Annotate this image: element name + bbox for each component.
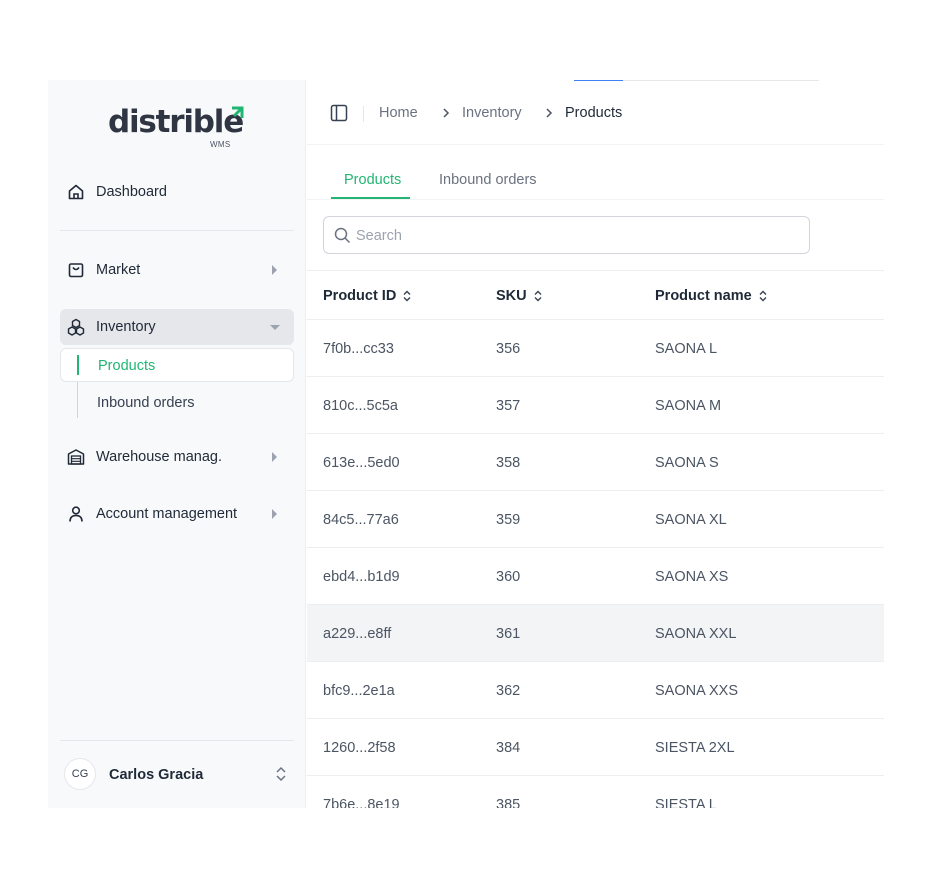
cell-product-name: SAONA XXS [655, 683, 739, 699]
active-indicator [77, 355, 79, 375]
sidebar-subitem-label: Inbound orders [97, 395, 195, 411]
cell-sku: 361 [496, 626, 521, 642]
sidebar-item-market[interactable]: Market [60, 252, 294, 288]
sidebar-item-label: Inventory [96, 319, 156, 335]
sidebar-divider [60, 230, 294, 231]
column-header-sku[interactable]: SKU [496, 288, 544, 304]
sort-icon [759, 290, 767, 302]
breadcrumb-current: Products [565, 105, 623, 121]
sidebar-item-account[interactable]: Account management [60, 496, 294, 532]
cell-product-name: SIESTA 2XL [655, 740, 735, 756]
chevron-right-icon [443, 108, 450, 118]
column-header-product-id[interactable]: Product ID [323, 288, 413, 304]
caret-down-icon [270, 325, 280, 330]
column-header-label: Product name [655, 288, 752, 304]
sidebar-subitem-inbound-orders[interactable]: Inbound orders [60, 386, 294, 420]
warehouse-icon [67, 449, 85, 465]
cell-product-id: ebd4...b1d9 [323, 569, 400, 585]
table-row[interactable]: bfc9...2e1a 362 SAONA XXS [307, 662, 884, 719]
sidebar-subitem-label: Products [98, 358, 156, 374]
tab-bar: Products Inbound orders [307, 145, 884, 200]
cell-product-name: SAONA S [655, 455, 719, 471]
cell-product-name: SAONA XXL [655, 626, 737, 642]
breadcrumb-inventory[interactable]: Inventory [462, 105, 522, 121]
cell-product-id: 7f0b...cc33 [323, 341, 394, 357]
boxes-icon [67, 318, 85, 336]
brand-logo[interactable]: distrible WMS [108, 104, 248, 152]
user-icon [69, 506, 83, 522]
search-box [323, 216, 810, 254]
cell-product-id: 84c5...77a6 [323, 512, 399, 528]
user-name: Carlos Gracia [109, 767, 204, 783]
sidebar-item-warehouse[interactable]: Warehouse manag. [60, 439, 294, 475]
home-icon [68, 184, 84, 200]
cell-sku: 384 [496, 740, 521, 756]
table-row[interactable]: 613e...5ed0 358 SAONA S [307, 434, 884, 491]
cell-product-id: a229...e8ff [323, 626, 392, 642]
cell-sku: 359 [496, 512, 521, 528]
chevron-up-down-icon [276, 766, 286, 782]
cell-sku: 362 [496, 683, 521, 699]
sort-icon [403, 290, 411, 302]
table-row[interactable]: ebd4...b1d9 360 SAONA XS [307, 548, 884, 605]
avatar: CG [64, 758, 96, 790]
search-input[interactable] [356, 225, 796, 247]
sidebar-subitem-products[interactable]: Products [60, 348, 294, 382]
tab-inbound-orders[interactable]: Inbound orders [439, 172, 537, 188]
topbar-divider [363, 106, 364, 122]
table-row[interactable]: 7f0b...cc33 356 SAONA L [307, 320, 884, 377]
table-header: Product ID SKU Product name [307, 270, 884, 320]
table-row[interactable]: 810c...5c5a 357 SAONA M [307, 377, 884, 434]
cell-product-id: 810c...5c5a [323, 398, 398, 414]
cell-product-id: bfc9...2e1a [323, 683, 395, 699]
sidebar-item-inventory[interactable]: Inventory [60, 309, 294, 345]
caret-right-icon [272, 265, 277, 275]
column-header-product-name[interactable]: Product name [655, 288, 769, 304]
cell-sku: 385 [496, 797, 521, 808]
cell-product-name: SAONA M [655, 398, 722, 414]
breadcrumb-home[interactable]: Home [379, 105, 418, 121]
cell-product-name: SAONA XL [655, 512, 727, 528]
main-content: Home Inventory Products Products Inbound… [307, 80, 884, 808]
cell-sku: 356 [496, 341, 521, 357]
cell-product-id: 613e...5ed0 [323, 455, 400, 471]
column-header-label: SKU [496, 288, 527, 304]
sidebar-item-label: Dashboard [96, 184, 167, 200]
shopping-bag-icon [68, 263, 84, 278]
sidebar: distrible WMS Dashboard Market Inventory… [48, 80, 306, 808]
cell-sku: 358 [496, 455, 521, 471]
brand-name: distrible [108, 104, 244, 140]
sidebar-item-label: Warehouse manag. [96, 449, 223, 465]
user-menu[interactable]: CG Carlos Gracia [60, 740, 294, 808]
table-row[interactable]: 84c5...77a6 359 SAONA XL [307, 491, 884, 548]
column-header-label: Product ID [323, 288, 397, 304]
chevron-right-icon [546, 108, 553, 118]
cell-product-id: 7b6e...8e19 [323, 797, 400, 808]
sidebar-item-dashboard[interactable]: Dashboard [60, 174, 294, 210]
brand-sub: WMS [210, 140, 231, 149]
table-row[interactable]: 7b6e...8e19 385 SIESTA L [307, 776, 884, 808]
sidebar-item-label: Account management [96, 506, 238, 522]
cell-product-name: SAONA L [655, 341, 718, 357]
tab-products[interactable]: Products [344, 172, 401, 188]
cell-sku: 357 [496, 398, 521, 414]
sidebar-item-label: Market [96, 262, 141, 278]
brand-arrow-icon [232, 106, 244, 118]
table-row[interactable]: 1260...2f58 384 SIESTA 2XL [307, 719, 884, 776]
caret-right-icon [272, 509, 277, 519]
cell-product-name: SAONA XS [655, 569, 729, 585]
caret-right-icon [272, 452, 277, 462]
search-icon [334, 227, 351, 244]
topbar: Home Inventory Products [307, 80, 884, 145]
sidebar-toggle-icon[interactable] [330, 104, 348, 122]
cell-sku: 360 [496, 569, 521, 585]
sort-icon [534, 290, 542, 302]
table-row[interactable]: a229...e8ff 361 SAONA XXL [307, 605, 884, 662]
cell-product-name: SIESTA L [655, 797, 717, 808]
app-window: distrible WMS Dashboard Market Inventory… [48, 80, 884, 808]
tab-active-underline [331, 197, 410, 199]
cell-product-id: 1260...2f58 [323, 740, 396, 756]
